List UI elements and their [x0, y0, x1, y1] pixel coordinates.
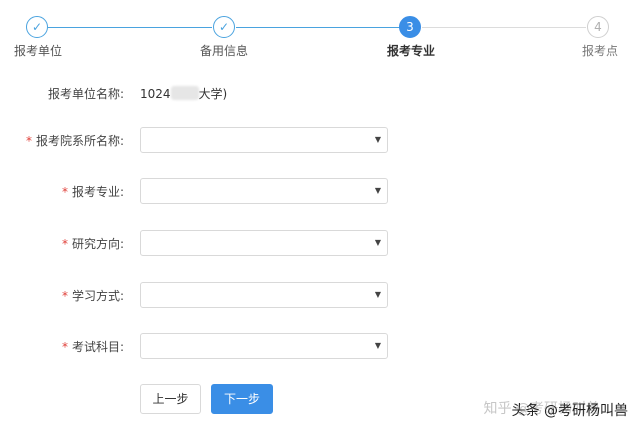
research-direction-row: * 研究方向: ▼ — [0, 230, 640, 258]
chevron-down-icon: ▼ — [374, 290, 381, 299]
chevron-down-icon: ▼ — [374, 186, 381, 195]
unit-name-value: 1024 大学) — [140, 80, 227, 108]
unit-name-row: 报考单位名称: 1024 大学) — [0, 80, 640, 108]
required-mark: * — [61, 289, 68, 303]
major-label: * 报考专业: — [61, 185, 124, 199]
toutiao-watermark: 头条 @考研杨叫兽 — [511, 403, 628, 419]
step-2-check-icon: ✓ — [213, 16, 235, 38]
department-row: * 报考院系所名称: ▼ — [0, 127, 640, 155]
required-mark: * — [61, 185, 68, 199]
study-mode-label: * 学习方式: — [61, 289, 124, 303]
step-2-label: 备用信息 — [200, 44, 249, 58]
research-direction-select[interactable]: ▼ — [140, 230, 388, 256]
research-direction-label: * 研究方向: — [61, 237, 124, 251]
department-label: * 报考院系所名称: — [25, 134, 124, 148]
next-step-button[interactable]: 下一步 — [211, 384, 273, 414]
chevron-down-icon: ▼ — [374, 238, 381, 247]
exam-subjects-row: * 考试科目: ▼ — [0, 333, 640, 361]
step-connector-3 — [422, 27, 586, 28]
unit-code: 1024 — [140, 87, 171, 101]
required-mark: * — [61, 237, 68, 251]
unit-name-label: 报考单位名称: — [47, 87, 124, 101]
study-mode-select[interactable]: ▼ — [140, 282, 388, 308]
progress-steps: ✓ 报考单位 ✓ 备用信息 3 报考专业 4 报考点 — [0, 0, 640, 70]
chevron-down-icon: ▼ — [374, 341, 381, 350]
exam-subjects-select[interactable]: ▼ — [140, 333, 388, 359]
department-select[interactable]: ▼ — [140, 127, 388, 153]
step-3-number: 3 — [399, 16, 421, 38]
major-row: * 报考专业: ▼ — [0, 178, 640, 206]
unit-name-suffix: 大学) — [198, 87, 228, 101]
step-3-label: 报考专业 — [387, 44, 436, 58]
required-mark: * — [61, 340, 68, 354]
step-connector-1 — [48, 27, 212, 28]
study-mode-row: * 学习方式: ▼ — [0, 282, 640, 310]
step-connector-2 — [236, 27, 400, 28]
redacted-blur — [170, 86, 199, 100]
major-select[interactable]: ▼ — [140, 178, 388, 204]
step-1-check-icon: ✓ — [26, 16, 48, 38]
step-4-label: 报考点 — [582, 44, 619, 58]
exam-subjects-label: * 考试科目: — [61, 340, 124, 354]
step-1-label: 报考单位 — [14, 44, 63, 58]
chevron-down-icon: ▼ — [374, 135, 381, 144]
required-mark: * — [25, 134, 32, 148]
step-4-number: 4 — [587, 16, 609, 38]
previous-step-button[interactable]: 上一步 — [140, 384, 201, 414]
